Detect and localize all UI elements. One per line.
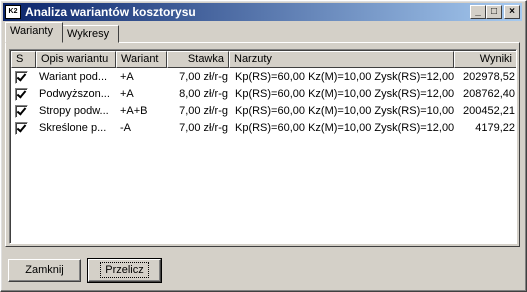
column-header-narzuty[interactable]: Narzuty [229, 51, 454, 68]
row-stawka: 8,00 zł/r-g [179, 88, 228, 100]
row-narzuty: Kp(RS)=60,00 Kz(M)=10,00 Zysk(RS)=12,00 [235, 88, 455, 100]
column-header-wyniki[interactable]: Wyniki [454, 51, 516, 68]
close-button-label: Zamknij [25, 264, 64, 276]
column-header-wariant[interactable]: Wariant [116, 51, 167, 68]
title-bar[interactable]: K2 Analiza wariantów kosztorysu _ □ × [3, 3, 522, 21]
close-button[interactable]: Zamknij [8, 259, 81, 282]
row-checkbox[interactable] [15, 122, 28, 135]
app-icon: K2 [5, 5, 21, 19]
maximize-button[interactable]: □ [486, 5, 502, 19]
row-wariant: +A [120, 71, 134, 83]
row-narzuty: Kp(RS)=60,00 Kz(M)=10,00 Zysk(RS)=10,00 [235, 105, 455, 117]
row-opis: Wariant pod... [39, 71, 108, 83]
row-narzuty: Kp(RS)=60,00 Kz(M)=10,00 Zysk(RS)=12,00 [235, 71, 455, 83]
row-stawka: 7,00 zł/r-g [179, 71, 228, 83]
row-opis: Podwyższon... [39, 88, 110, 100]
row-wyniki: 202978,52 [463, 71, 515, 83]
row-stawka: 7,00 zł/r-g [179, 105, 228, 117]
table-row[interactable]: Stropy podw... +A+B 7,00 zł/r-g Kp(RS)=6… [11, 103, 516, 120]
column-header-opis[interactable]: Opis wariantu [36, 51, 116, 68]
row-checkbox[interactable] [15, 71, 28, 84]
window-title: Analiza wariantów kosztorysu [25, 5, 196, 19]
minimize-button[interactable]: _ [470, 5, 486, 19]
recalculate-button[interactable]: Przelicz [87, 258, 162, 283]
row-stawka: 7,00 zł/r-g [179, 122, 228, 134]
row-wariant: -A [120, 122, 131, 134]
row-checkbox[interactable] [15, 88, 28, 101]
variants-list[interactable]: S Opis wariantu Wariant Stawka Narzuty W… [9, 49, 517, 244]
recalculate-button-label: Przelicz [100, 262, 149, 278]
row-checkbox[interactable] [15, 105, 28, 118]
row-wyniki: 200452,21 [463, 105, 515, 117]
tab-wykresy[interactable]: Wykresy [62, 25, 119, 43]
row-opis: Stropy podw... [39, 105, 109, 117]
close-window-button[interactable]: × [504, 5, 520, 19]
column-header-s[interactable]: S [11, 51, 36, 68]
row-wyniki: 4179,22 [475, 122, 515, 134]
table-row[interactable]: Skreślone p... -A 7,00 zł/r-g Kp(RS)=60,… [11, 120, 516, 137]
table-row[interactable]: Wariant pod... +A 7,00 zł/r-g Kp(RS)=60,… [11, 69, 516, 86]
row-narzuty: Kp(RS)=60,00 Kz(M)=10,00 Zysk(RS)=12,00 [235, 122, 455, 134]
column-header-stawka[interactable]: Stawka [167, 51, 229, 68]
row-opis: Skreślone p... [39, 122, 107, 134]
row-wyniki: 208762,40 [463, 88, 515, 100]
tab-warianty[interactable]: Warianty [5, 22, 63, 43]
row-wariant: +A+B [120, 105, 148, 117]
row-wariant: +A [120, 88, 134, 100]
table-row[interactable]: Podwyższon... +A 8,00 zł/r-g Kp(RS)=60,0… [11, 86, 516, 103]
